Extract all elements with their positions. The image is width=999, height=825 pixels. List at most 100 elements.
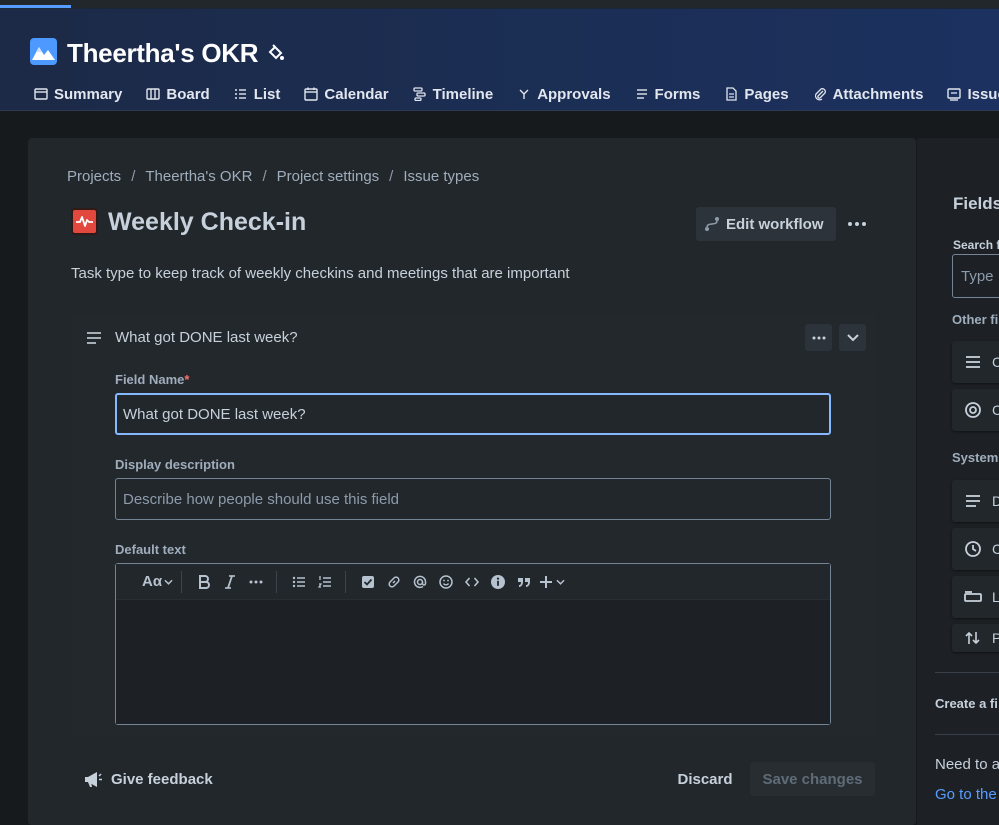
tab-label: Board	[166, 85, 210, 103]
create-field-link[interactable]: Create a fi	[935, 696, 998, 711]
more-icon	[812, 336, 825, 339]
bold-icon	[199, 574, 210, 589]
project-title: Theertha's OKR	[67, 38, 259, 68]
edit-workflow-button[interactable]: Edit workflow	[696, 207, 836, 241]
issue-type-description: Task type to keep track of weekly checki…	[71, 265, 570, 282]
default-text-label: Default text	[115, 542, 186, 557]
tab-approvals[interactable]: Approvals	[517, 83, 611, 105]
field-card-title: What got DONE last week?	[115, 329, 298, 346]
toolbar-divider	[345, 570, 347, 593]
more-icon	[249, 580, 263, 583]
default-text-editor: Aα	[115, 563, 831, 725]
italic-button[interactable]	[218, 569, 242, 595]
quote-button[interactable]	[512, 569, 536, 595]
paint-bucket-icon[interactable]	[266, 43, 286, 63]
breadcrumb: Projects / Theertha's OKR / Project sett…	[67, 168, 479, 185]
pages-icon	[726, 87, 738, 101]
breadcrumb-projects[interactable]: Projects	[67, 168, 121, 185]
collapse-field-button[interactable]	[839, 324, 866, 351]
priority-icon	[965, 631, 980, 645]
system-fields-heading: System	[952, 450, 999, 465]
breadcrumb-project[interactable]: Theertha's OKR	[145, 168, 252, 185]
field-item-label: P	[992, 630, 999, 646]
tab-issues[interactable]: Issues	[947, 83, 999, 105]
workflow-icon	[705, 217, 719, 231]
discard-button[interactable]: Discard	[666, 762, 744, 796]
tab-board[interactable]: Board	[146, 83, 210, 105]
other-field-item[interactable]: C	[952, 341, 999, 383]
system-field-item[interactable]: C	[952, 528, 999, 570]
tab-list[interactable]: List	[234, 83, 281, 105]
field-name-input[interactable]: What got DONE last week?	[115, 393, 831, 435]
summary-icon	[34, 88, 48, 100]
field-item-label: C	[992, 354, 999, 370]
project-tabs: Summary Board List Calendar Timeline App…	[34, 83, 999, 105]
save-changes-button[interactable]: Save changes	[750, 762, 875, 796]
text-style-button[interactable]: Aα	[142, 569, 173, 595]
radio-icon	[965, 402, 981, 418]
tab-forms[interactable]: Forms	[635, 83, 700, 105]
system-field-item[interactable]: P	[952, 624, 999, 652]
system-field-item[interactable]: D	[952, 480, 999, 522]
required-marker: *	[184, 372, 190, 387]
system-field-item[interactable]: L	[952, 576, 999, 618]
bullet-list-icon	[292, 576, 306, 587]
editor-toolbar: Aα	[116, 564, 830, 600]
search-fields-input[interactable]: Type	[952, 254, 999, 298]
paragraph-icon	[86, 330, 102, 346]
link-icon	[388, 575, 400, 588]
code-button[interactable]	[460, 569, 484, 595]
display-description-input[interactable]: Describe how people should use this fiel…	[115, 478, 831, 520]
project-logo-icon[interactable]	[30, 38, 57, 65]
mention-button[interactable]	[408, 569, 432, 595]
breadcrumb-separator: /	[131, 168, 136, 185]
panel-divider	[935, 734, 999, 735]
action-item-button[interactable]	[356, 569, 380, 595]
browser-top-strip	[0, 0, 999, 9]
tab-pages[interactable]: Pages	[724, 83, 789, 105]
insert-button[interactable]	[538, 569, 565, 595]
numbered-list-button[interactable]	[313, 569, 337, 595]
toolbar-divider	[276, 570, 278, 593]
field-item-label: C	[992, 402, 999, 418]
breadcrumb-separator: /	[389, 168, 394, 185]
more-actions-button[interactable]	[843, 212, 871, 236]
tab-summary[interactable]: Summary	[34, 83, 122, 105]
chevron-down-icon	[846, 333, 859, 341]
search-fields-placeholder: Type	[961, 267, 994, 285]
megaphone-icon	[85, 772, 102, 787]
text-style-label: Aα	[142, 573, 163, 590]
field-item-label: L	[992, 589, 999, 605]
tab-attachments[interactable]: Attachments	[813, 83, 923, 105]
fields-side-panel: Fields Search f Type Other fi C C System…	[917, 138, 999, 825]
timeline-icon	[412, 87, 426, 101]
info-icon	[491, 574, 506, 589]
bullet-list-button[interactable]	[287, 569, 311, 595]
give-feedback-button[interactable]: Give feedback	[82, 769, 213, 790]
tab-label: Timeline	[432, 85, 494, 103]
breadcrumb-issue-types[interactable]: Issue types	[403, 168, 479, 185]
go-to-link[interactable]: Go to the	[935, 786, 997, 803]
tab-label: List	[253, 85, 281, 103]
breadcrumb-separator: /	[262, 168, 267, 185]
emoji-icon	[439, 574, 453, 589]
active-indicator	[0, 5, 71, 8]
issues-icon	[947, 88, 962, 101]
info-panel-button[interactable]	[486, 569, 510, 595]
numbered-list-icon	[317, 575, 332, 588]
other-field-item[interactable]: C	[952, 389, 999, 431]
display-description-label: Display description	[115, 457, 235, 472]
tab-timeline[interactable]: Timeline	[412, 83, 494, 105]
tab-label: Pages	[744, 85, 789, 103]
need-more-text: Need to a	[935, 756, 999, 773]
emoji-button[interactable]	[434, 569, 458, 595]
field-more-button[interactable]	[805, 324, 832, 351]
display-description-placeholder: Describe how people should use this fiel…	[123, 490, 399, 508]
breadcrumb-project-settings[interactable]: Project settings	[277, 168, 380, 185]
bold-button[interactable]	[192, 569, 216, 595]
link-button[interactable]	[382, 569, 406, 595]
more-formatting-button[interactable]	[244, 569, 268, 595]
weekly-checkin-icon	[71, 208, 98, 235]
tab-calendar[interactable]: Calendar	[304, 83, 389, 105]
editor-content-area[interactable]	[116, 600, 830, 724]
